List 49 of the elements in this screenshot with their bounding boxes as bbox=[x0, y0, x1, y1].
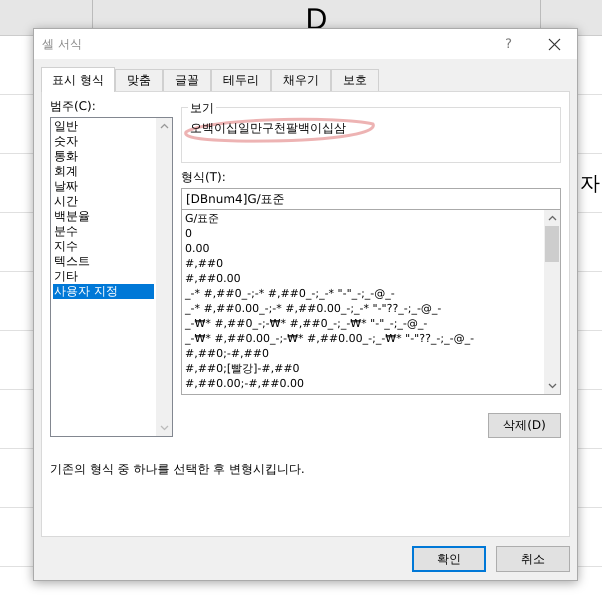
ok-button[interactable]: 확인 bbox=[412, 546, 486, 572]
window-title: 셀 서식 bbox=[42, 36, 83, 52]
category-item[interactable]: 일반 bbox=[53, 119, 154, 134]
tab[interactable]: 테두리 bbox=[210, 69, 271, 91]
format-item[interactable]: #,##0.00;-#,##0.00 bbox=[184, 376, 542, 391]
category-item[interactable]: 사용자 지정 bbox=[53, 284, 154, 299]
scrollbar[interactable] bbox=[544, 210, 560, 394]
format-item[interactable]: _-₩* #,##0.00_-;-₩* #,##0.00_-;_-₩* "-"??_-;_-@_- bbox=[184, 331, 542, 346]
scroll-up-icon[interactable] bbox=[160, 123, 168, 129]
format-label: 형식(T): bbox=[181, 169, 227, 186]
cell-text: 자 bbox=[580, 170, 600, 197]
help-button[interactable]: ? bbox=[505, 36, 512, 52]
format-item[interactable]: _-* #,##0_-;-* #,##0_-;_-* "-"_-;_-@_- bbox=[184, 286, 542, 301]
scroll-up-icon[interactable] bbox=[548, 215, 556, 221]
preview-label: 보기 bbox=[188, 100, 216, 117]
format-item[interactable]: 0 bbox=[184, 226, 542, 241]
category-item[interactable]: 통화 bbox=[53, 149, 154, 164]
close-icon[interactable] bbox=[548, 38, 561, 50]
delete-button[interactable]: 삭제(D) bbox=[488, 413, 561, 438]
scroll-thumb[interactable] bbox=[545, 226, 559, 262]
format-item[interactable]: _-₩* #,##0_-;-₩* #,##0_-;_-₩* "-"_-;_-@_- bbox=[184, 316, 542, 331]
format-item[interactable]: #,##0;-#,##0 bbox=[184, 346, 542, 361]
category-item[interactable]: 숫자 bbox=[53, 134, 154, 149]
tab[interactable]: 글꼴 bbox=[162, 69, 211, 91]
tab[interactable]: 채우기 bbox=[270, 69, 331, 91]
format-input[interactable]: [DBnum4]G/표준 bbox=[181, 188, 561, 210]
category-item[interactable]: 기타 bbox=[53, 269, 154, 284]
category-label: 범주(C): bbox=[50, 98, 97, 115]
format-item[interactable]: #,##0 bbox=[184, 256, 542, 271]
format-item[interactable]: #,##0.00 bbox=[184, 271, 542, 286]
category-item[interactable]: 회계 bbox=[53, 164, 154, 179]
category-item[interactable]: 지수 bbox=[53, 239, 154, 254]
cancel-button[interactable]: 취소 bbox=[496, 546, 570, 572]
description-text: 기존의 형식 중 하나를 선택한 후 변형시킵니다. bbox=[50, 461, 306, 478]
tab[interactable]: 표시 형식 bbox=[41, 67, 115, 92]
format-item[interactable]: #,##0;[빨강]-#,##0 bbox=[184, 361, 542, 376]
category-item[interactable]: 분수 bbox=[53, 224, 154, 239]
scrollbar[interactable] bbox=[156, 118, 172, 436]
format-item[interactable]: _-* #,##0.00_-;-* #,##0.00_-;_-* "-"??_-;_-@_- bbox=[184, 301, 542, 316]
preview-value: 오백이십일만구천팔백이십삼 bbox=[190, 121, 346, 135]
category-item[interactable]: 백분율 bbox=[53, 209, 154, 224]
scroll-down-icon[interactable] bbox=[548, 383, 556, 389]
tab[interactable]: 보호 bbox=[330, 69, 379, 91]
category-item[interactable]: 날짜 bbox=[53, 179, 154, 194]
category-item[interactable]: 텍스트 bbox=[53, 254, 154, 269]
tab[interactable]: 맞춤 bbox=[114, 69, 163, 91]
format-item[interactable]: 0.00 bbox=[184, 241, 542, 256]
format-item[interactable]: G/표준 bbox=[184, 211, 542, 226]
category-item[interactable]: 시간 bbox=[53, 194, 154, 209]
